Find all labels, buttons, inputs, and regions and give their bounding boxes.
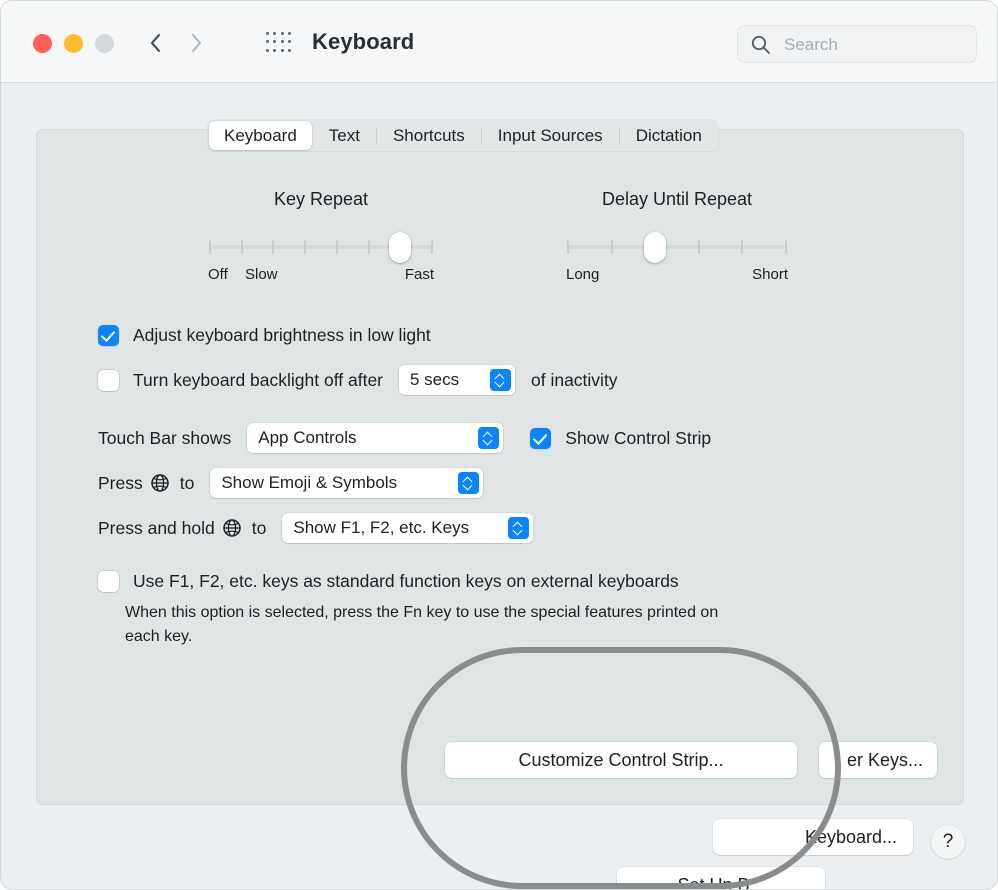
set-up-bluetooth-button[interactable]: Set Up B... [617, 867, 825, 890]
touch-bar-row: Touch Bar shows App Controls Show Contro… [98, 423, 711, 453]
slider-tick [567, 240, 569, 254]
globe-icon [223, 519, 241, 537]
slider-tick [304, 240, 307, 254]
delay-short-label: Short [752, 266, 788, 283]
chevron-right-icon [191, 33, 202, 53]
delay-labels: Long Short [558, 266, 796, 288]
slider-tick [697, 240, 700, 254]
key-repeat-slow-label: Slow [245, 266, 278, 283]
set-up-bluetooth-label: Set Up B... [677, 874, 765, 890]
backlight-delay-popup[interactable]: 5 secs [399, 365, 515, 395]
search-icon [751, 35, 770, 54]
customize-control-strip-button[interactable]: Customize Control Strip... [445, 742, 797, 778]
slider-tick [431, 240, 433, 254]
set-up-bluetooth-keyboard-button[interactable]: Keyboard... [713, 819, 913, 855]
stepper-chevrons-icon[interactable] [458, 472, 480, 494]
slider-tick [785, 240, 787, 254]
press-hold-suffix-label: to [251, 517, 267, 538]
chevron-left-icon [150, 33, 161, 53]
touch-bar-label: Touch Bar shows [98, 427, 232, 448]
close-window-button[interactable] [33, 34, 52, 53]
search-field[interactable] [737, 25, 977, 64]
press-hold-prefix-label: Press and hold [98, 517, 215, 538]
tab-text[interactable]: Text [313, 120, 376, 151]
fn-keys-description: When this option is selected, press the … [125, 601, 915, 649]
preferences-window: Keyboard Keyboard Text Shortcuts Input S… [0, 0, 998, 890]
adjust-brightness-label: Adjust keyboard brightness in low light [133, 325, 431, 345]
backlight-delay-value: 5 secs [410, 370, 460, 389]
minimize-window-button[interactable] [64, 34, 83, 53]
key-repeat-slider[interactable] [200, 232, 442, 264]
stepper-chevrons-icon[interactable] [490, 369, 511, 391]
press-hold-globe-row: Press and hold to Show F1, F2, etc. Keys [98, 513, 534, 543]
press-hold-globe-value: Show F1, F2, etc. Keys [293, 518, 470, 537]
forward-navigation-button[interactable] [183, 28, 209, 58]
press-globe-prefix-label: Press [98, 472, 143, 493]
press-globe-row: Press to Show Emoji & Symbols [98, 468, 484, 498]
customize-control-strip-label: Customize Control Strip... [518, 749, 724, 770]
backlight-off-row[interactable]: Turn keyboard backlight off after 5 secs… [98, 365, 618, 395]
key-repeat-slider-thumb[interactable] [389, 232, 412, 263]
backlight-off-label: Turn keyboard backlight off after [133, 369, 383, 390]
key-repeat-labels: Off Slow Fast [200, 266, 442, 288]
press-globe-popup[interactable]: Show Emoji & Symbols [210, 468, 484, 498]
slider-tick [240, 240, 243, 254]
search-input[interactable] [782, 26, 972, 64]
back-navigation-button[interactable] [143, 28, 169, 58]
help-button[interactable]: ? [931, 825, 965, 859]
help-button-label: ? [942, 831, 954, 852]
tab-label: Text [328, 125, 360, 145]
slider-tick [610, 240, 613, 254]
show-control-strip-label: Show Control Strip [565, 427, 712, 448]
stepper-chevrons-icon[interactable] [508, 517, 530, 539]
press-globe-suffix-label: to [179, 472, 195, 493]
bluetooth-keyboard-label: Keyboard... [804, 826, 897, 847]
key-repeat-slider-group: Key Repeat Off Slow Fast [200, 189, 442, 288]
delay-slider-thumb[interactable] [644, 232, 667, 263]
globe-icon [150, 474, 169, 492]
touch-bar-value: App Controls [258, 428, 357, 447]
key-repeat-fast-label: Fast [404, 266, 434, 283]
fn-keys-description-line2: each key. [125, 628, 193, 645]
tab-shortcuts[interactable]: Shortcuts [377, 120, 481, 151]
adjust-brightness-checkbox[interactable] [98, 325, 119, 346]
show-control-strip-checkbox[interactable] [530, 427, 552, 449]
fn-keys-description-line1: When this option is selected, press the … [125, 604, 719, 621]
tab-label: Shortcuts [392, 125, 465, 145]
tab-input-sources[interactable]: Input Sources [482, 120, 619, 151]
slider-track [568, 245, 786, 249]
slider-tick [209, 240, 211, 254]
delay-until-repeat-slider-group: Delay Until Repeat Long Short [558, 189, 796, 288]
show-all-preferences-grid-icon[interactable] [266, 32, 292, 54]
backlight-off-checkbox[interactable] [98, 369, 119, 391]
key-repeat-off-label: Off [208, 266, 228, 283]
slider-tick [335, 240, 338, 254]
slider-tick [367, 240, 370, 254]
tab-label: Input Sources [497, 125, 603, 145]
tab-keyboard[interactable]: Keyboard [209, 121, 312, 150]
tab-dictation[interactable]: Dictation [620, 120, 718, 151]
preference-tabs: Keyboard Text Shortcuts Input Sources Di… [208, 120, 718, 151]
window-titlebar: Keyboard [1, 1, 997, 83]
delay-long-label: Long [566, 266, 600, 283]
stepper-chevrons-icon[interactable] [478, 427, 500, 449]
page-title: Keyboard [312, 29, 415, 54]
tab-label: Dictation [635, 125, 702, 145]
tab-label: Keyboard [224, 125, 297, 145]
modifier-keys-button[interactable]: er Keys... [819, 742, 937, 778]
press-globe-value: Show Emoji & Symbols [221, 473, 398, 492]
fn-keys-row[interactable]: Use F1, F2, etc. keys as standard functi… [98, 571, 679, 592]
key-repeat-title: Key Repeat [273, 189, 369, 209]
backlight-off-suffix-label: of inactivity [531, 369, 618, 390]
touch-bar-popup[interactable]: App Controls [247, 423, 504, 453]
fn-keys-checkbox[interactable] [98, 571, 119, 592]
keyboard-settings-panel [36, 129, 964, 805]
press-hold-globe-popup[interactable]: Show F1, F2, etc. Keys [282, 513, 534, 543]
adjust-brightness-row[interactable]: Adjust keyboard brightness in low light [98, 325, 431, 346]
zoom-window-button[interactable] [95, 34, 114, 53]
fn-keys-label: Use F1, F2, etc. keys as standard functi… [133, 571, 679, 591]
modifier-keys-label: er Keys... [846, 749, 923, 770]
delay-title: Delay Until Repeat [601, 189, 753, 209]
delay-slider[interactable] [558, 232, 796, 264]
